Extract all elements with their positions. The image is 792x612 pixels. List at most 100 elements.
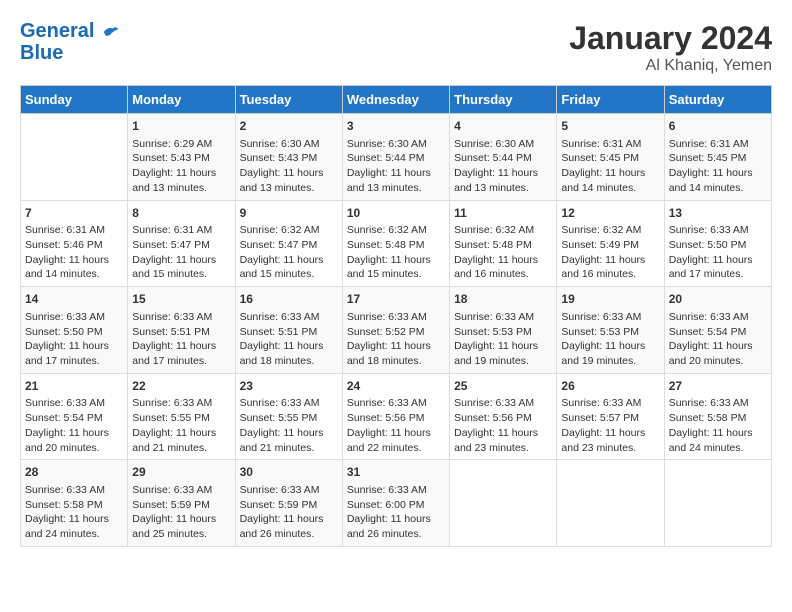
weekday-header-saturday: Saturday bbox=[664, 86, 771, 114]
sunset-text: Sunset: 5:52 PM bbox=[347, 325, 445, 340]
sunset-text: Sunset: 5:50 PM bbox=[669, 238, 767, 253]
day-number: 4 bbox=[454, 118, 552, 135]
sunrise-text: Sunrise: 6:33 AM bbox=[240, 310, 338, 325]
sunrise-text: Sunrise: 6:32 AM bbox=[240, 223, 338, 238]
daylight-text: Daylight: 11 hours and 20 minutes. bbox=[25, 426, 123, 455]
calendar-cell: 24Sunrise: 6:33 AMSunset: 5:56 PMDayligh… bbox=[342, 373, 449, 460]
daylight-text: Daylight: 11 hours and 16 minutes. bbox=[561, 253, 659, 282]
day-number: 11 bbox=[454, 205, 552, 222]
daylight-text: Daylight: 11 hours and 17 minutes. bbox=[132, 339, 230, 368]
sunrise-text: Sunrise: 6:33 AM bbox=[132, 483, 230, 498]
daylight-text: Daylight: 11 hours and 14 minutes. bbox=[561, 166, 659, 195]
day-number: 12 bbox=[561, 205, 659, 222]
daylight-text: Daylight: 11 hours and 13 minutes. bbox=[240, 166, 338, 195]
calendar-cell: 23Sunrise: 6:33 AMSunset: 5:55 PMDayligh… bbox=[235, 373, 342, 460]
sunset-text: Sunset: 5:46 PM bbox=[25, 238, 123, 253]
calendar-cell: 11Sunrise: 6:32 AMSunset: 5:48 PMDayligh… bbox=[450, 200, 557, 287]
calendar-cell: 25Sunrise: 6:33 AMSunset: 5:56 PMDayligh… bbox=[450, 373, 557, 460]
sunset-text: Sunset: 5:58 PM bbox=[669, 411, 767, 426]
day-number: 1 bbox=[132, 118, 230, 135]
daylight-text: Daylight: 11 hours and 23 minutes. bbox=[454, 426, 552, 455]
calendar-cell: 27Sunrise: 6:33 AMSunset: 5:58 PMDayligh… bbox=[664, 373, 771, 460]
daylight-text: Daylight: 11 hours and 21 minutes. bbox=[240, 426, 338, 455]
sunrise-text: Sunrise: 6:30 AM bbox=[347, 137, 445, 152]
daylight-text: Daylight: 11 hours and 17 minutes. bbox=[25, 339, 123, 368]
calendar-cell: 26Sunrise: 6:33 AMSunset: 5:57 PMDayligh… bbox=[557, 373, 664, 460]
day-number: 9 bbox=[240, 205, 338, 222]
daylight-text: Daylight: 11 hours and 18 minutes. bbox=[347, 339, 445, 368]
sunrise-text: Sunrise: 6:33 AM bbox=[669, 223, 767, 238]
daylight-text: Daylight: 11 hours and 15 minutes. bbox=[132, 253, 230, 282]
sunset-text: Sunset: 5:51 PM bbox=[132, 325, 230, 340]
calendar-title: January 2024 bbox=[569, 20, 772, 57]
calendar-week-row: 28Sunrise: 6:33 AMSunset: 5:58 PMDayligh… bbox=[21, 460, 772, 547]
day-number: 18 bbox=[454, 291, 552, 308]
sunrise-text: Sunrise: 6:33 AM bbox=[561, 396, 659, 411]
daylight-text: Daylight: 11 hours and 22 minutes. bbox=[347, 426, 445, 455]
daylight-text: Daylight: 11 hours and 25 minutes. bbox=[132, 512, 230, 541]
sunrise-text: Sunrise: 6:30 AM bbox=[240, 137, 338, 152]
weekday-header-row: SundayMondayTuesdayWednesdayThursdayFrid… bbox=[21, 86, 772, 114]
day-number: 2 bbox=[240, 118, 338, 135]
day-number: 15 bbox=[132, 291, 230, 308]
calendar-cell: 21Sunrise: 6:33 AMSunset: 5:54 PMDayligh… bbox=[21, 373, 128, 460]
daylight-text: Daylight: 11 hours and 17 minutes. bbox=[669, 253, 767, 282]
daylight-text: Daylight: 11 hours and 24 minutes. bbox=[25, 512, 123, 541]
day-number: 14 bbox=[25, 291, 123, 308]
sunset-text: Sunset: 6:00 PM bbox=[347, 498, 445, 513]
daylight-text: Daylight: 11 hours and 21 minutes. bbox=[132, 426, 230, 455]
sunrise-text: Sunrise: 6:33 AM bbox=[347, 396, 445, 411]
sunrise-text: Sunrise: 6:31 AM bbox=[25, 223, 123, 238]
sunset-text: Sunset: 5:55 PM bbox=[132, 411, 230, 426]
calendar-cell: 6Sunrise: 6:31 AMSunset: 5:45 PMDaylight… bbox=[664, 114, 771, 201]
sunrise-text: Sunrise: 6:33 AM bbox=[347, 483, 445, 498]
sunrise-text: Sunrise: 6:33 AM bbox=[561, 310, 659, 325]
sunset-text: Sunset: 5:56 PM bbox=[454, 411, 552, 426]
sunrise-text: Sunrise: 6:33 AM bbox=[454, 396, 552, 411]
sunset-text: Sunset: 5:43 PM bbox=[240, 151, 338, 166]
calendar-cell: 19Sunrise: 6:33 AMSunset: 5:53 PMDayligh… bbox=[557, 287, 664, 374]
day-number: 23 bbox=[240, 378, 338, 395]
sunset-text: Sunset: 5:55 PM bbox=[240, 411, 338, 426]
day-number: 31 bbox=[347, 464, 445, 481]
sunrise-text: Sunrise: 6:33 AM bbox=[132, 396, 230, 411]
sunrise-text: Sunrise: 6:31 AM bbox=[669, 137, 767, 152]
logo-bird-icon bbox=[102, 23, 120, 41]
calendar-cell bbox=[664, 460, 771, 547]
sunrise-text: Sunrise: 6:33 AM bbox=[454, 310, 552, 325]
calendar-cell: 5Sunrise: 6:31 AMSunset: 5:45 PMDaylight… bbox=[557, 114, 664, 201]
calendar-cell: 15Sunrise: 6:33 AMSunset: 5:51 PMDayligh… bbox=[128, 287, 235, 374]
sunrise-text: Sunrise: 6:29 AM bbox=[132, 137, 230, 152]
day-number: 28 bbox=[25, 464, 123, 481]
weekday-header-thursday: Thursday bbox=[450, 86, 557, 114]
sunrise-text: Sunrise: 6:32 AM bbox=[561, 223, 659, 238]
sunset-text: Sunset: 5:56 PM bbox=[347, 411, 445, 426]
calendar-week-row: 14Sunrise: 6:33 AMSunset: 5:50 PMDayligh… bbox=[21, 287, 772, 374]
sunset-text: Sunset: 5:53 PM bbox=[454, 325, 552, 340]
daylight-text: Daylight: 11 hours and 16 minutes. bbox=[454, 253, 552, 282]
calendar-cell: 3Sunrise: 6:30 AMSunset: 5:44 PMDaylight… bbox=[342, 114, 449, 201]
page-header: General Blue January 2024 Al Khaniq, Yem… bbox=[20, 20, 772, 75]
calendar-cell: 30Sunrise: 6:33 AMSunset: 5:59 PMDayligh… bbox=[235, 460, 342, 547]
day-number: 29 bbox=[132, 464, 230, 481]
daylight-text: Daylight: 11 hours and 14 minutes. bbox=[25, 253, 123, 282]
calendar-cell: 9Sunrise: 6:32 AMSunset: 5:47 PMDaylight… bbox=[235, 200, 342, 287]
logo-blue: Blue bbox=[20, 42, 120, 64]
day-number: 10 bbox=[347, 205, 445, 222]
calendar-cell: 7Sunrise: 6:31 AMSunset: 5:46 PMDaylight… bbox=[21, 200, 128, 287]
calendar-cell: 1Sunrise: 6:29 AMSunset: 5:43 PMDaylight… bbox=[128, 114, 235, 201]
daylight-text: Daylight: 11 hours and 13 minutes. bbox=[132, 166, 230, 195]
sunrise-text: Sunrise: 6:33 AM bbox=[669, 396, 767, 411]
calendar-cell: 8Sunrise: 6:31 AMSunset: 5:47 PMDaylight… bbox=[128, 200, 235, 287]
calendar-cell: 14Sunrise: 6:33 AMSunset: 5:50 PMDayligh… bbox=[21, 287, 128, 374]
daylight-text: Daylight: 11 hours and 26 minutes. bbox=[347, 512, 445, 541]
calendar-cell: 12Sunrise: 6:32 AMSunset: 5:49 PMDayligh… bbox=[557, 200, 664, 287]
sunset-text: Sunset: 5:50 PM bbox=[25, 325, 123, 340]
calendar-week-row: 1Sunrise: 6:29 AMSunset: 5:43 PMDaylight… bbox=[21, 114, 772, 201]
sunset-text: Sunset: 5:51 PM bbox=[240, 325, 338, 340]
sunrise-text: Sunrise: 6:33 AM bbox=[25, 396, 123, 411]
day-number: 25 bbox=[454, 378, 552, 395]
daylight-text: Daylight: 11 hours and 15 minutes. bbox=[347, 253, 445, 282]
calendar-cell: 13Sunrise: 6:33 AMSunset: 5:50 PMDayligh… bbox=[664, 200, 771, 287]
daylight-text: Daylight: 11 hours and 23 minutes. bbox=[561, 426, 659, 455]
